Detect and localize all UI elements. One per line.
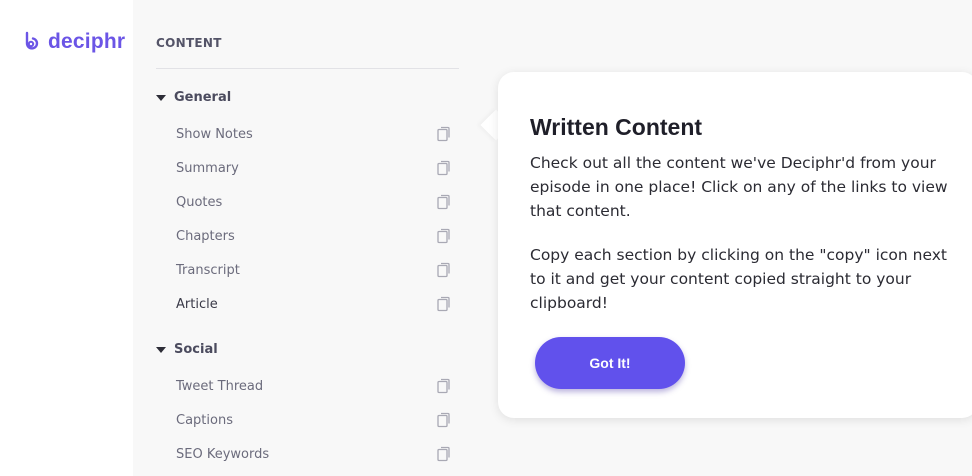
popover-title: Written Content bbox=[530, 114, 703, 140]
copy-icon[interactable] bbox=[436, 160, 452, 176]
sidebar-item-chapters[interactable]: Chapters bbox=[176, 224, 456, 248]
copy-icon[interactable] bbox=[436, 412, 452, 428]
sidebar-item-label: Summary bbox=[176, 160, 239, 176]
popover-paragraph: Copy each section by clicking on the "co… bbox=[530, 246, 947, 312]
sidebar-item-transcript[interactable]: Transcript bbox=[176, 258, 456, 282]
popover-paragraph: Check out all the content we've Deciphr'… bbox=[530, 154, 948, 220]
sidebar-heading: CONTENT bbox=[156, 36, 222, 50]
caret-down-icon bbox=[156, 94, 166, 101]
sidebar-item-quotes[interactable]: Quotes bbox=[176, 190, 456, 214]
sidebar-item-label: SEO Keywords bbox=[176, 446, 270, 462]
sidebar-item-label: Transcript bbox=[176, 262, 240, 278]
copy-icon[interactable] bbox=[436, 378, 452, 394]
sidebar-item-show-notes[interactable]: Show Notes bbox=[176, 122, 456, 146]
sidebar-item-seo-keywords[interactable]: SEO Keywords bbox=[176, 442, 456, 466]
copy-icon[interactable] bbox=[436, 194, 452, 210]
sidebar-item-label: Article bbox=[176, 296, 218, 312]
copy-icon[interactable] bbox=[436, 126, 452, 142]
sidebar-item-label: Tweet Thread bbox=[176, 378, 264, 394]
onboarding-popover: Written Content Check out all the conten… bbox=[498, 72, 972, 418]
copy-icon[interactable] bbox=[436, 446, 452, 462]
sidebar-item-captions[interactable]: Captions bbox=[176, 408, 456, 432]
sidebar-item-label: Quotes bbox=[176, 194, 223, 210]
section-title: General bbox=[174, 90, 232, 105]
sidebar-item-label: Chapters bbox=[176, 228, 235, 244]
section-social-toggle[interactable]: Social bbox=[156, 342, 218, 357]
deciphr-logo-icon bbox=[25, 31, 39, 50]
copy-icon[interactable] bbox=[436, 262, 452, 278]
sidebar-item-tweet-thread[interactable]: Tweet Thread bbox=[176, 374, 456, 398]
brand-name: deciphr bbox=[48, 30, 126, 53]
sidebar-item-summary[interactable]: Summary bbox=[176, 156, 456, 180]
sidebar-item-article[interactable]: Article bbox=[176, 292, 456, 316]
divider bbox=[156, 68, 459, 69]
sidebar-item-label: Show Notes bbox=[176, 126, 253, 142]
section-title: Social bbox=[174, 342, 218, 357]
caret-down-icon bbox=[156, 346, 166, 353]
brand-logo[interactable]: deciphr bbox=[20, 30, 125, 54]
copy-icon[interactable] bbox=[436, 228, 452, 244]
sidebar-item-label: Captions bbox=[176, 412, 233, 428]
copy-icon[interactable] bbox=[436, 296, 452, 312]
got-it-button[interactable]: Got It! bbox=[535, 337, 685, 389]
section-general-toggle[interactable]: General bbox=[156, 90, 231, 105]
popover-body: Written Content Check out all the conten… bbox=[530, 114, 950, 315]
